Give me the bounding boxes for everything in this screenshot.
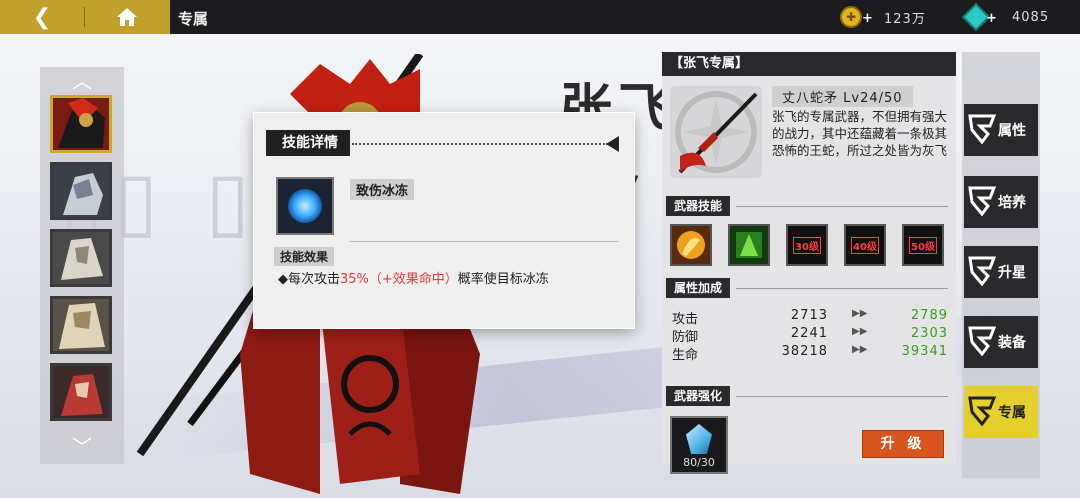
hero-portrait-icon	[53, 232, 109, 284]
effect-label: 技能效果	[274, 247, 335, 266]
double-chevron-right-icon: ▶▶	[852, 326, 868, 337]
stat-next: 2303	[910, 326, 948, 341]
tab-label: 培养	[998, 195, 1026, 211]
double-chevron-right-icon: ▶▶	[852, 308, 868, 319]
shield-logo-icon	[968, 186, 996, 216]
enhance-material-slot[interactable]: 80/30	[670, 416, 728, 474]
stat-current: 2241	[790, 326, 828, 341]
popup-title-dotted-rule	[352, 143, 608, 145]
weapon-description: 张飞的专属武器，不但拥有强大的战力，其中还蕴藏着一条极其恐怖的王蛇，所过之处皆为…	[772, 109, 948, 158]
popup-title: 技能详情	[266, 130, 350, 156]
section-divider	[736, 206, 948, 207]
tab-label: 专属	[998, 405, 1026, 421]
panel-title: 【张飞专属】	[662, 52, 956, 76]
tab-label: 属性	[998, 123, 1026, 139]
diamond-amount: 4085	[1012, 9, 1050, 25]
effect-highlight: 35%（+效果命中）	[340, 272, 458, 287]
effect-suffix: 概率使目标冰冻	[457, 272, 549, 287]
effect-description: ◆每次攻击35%（+效果命中）概率使目标冰冻	[278, 268, 549, 287]
hero-portrait-icon	[58, 98, 105, 148]
stat-next: 2789	[910, 308, 948, 323]
topbar-divider	[84, 7, 85, 27]
add-gold-icon[interactable]: +	[862, 11, 873, 26]
hero-thumb-5[interactable]	[50, 363, 112, 421]
hero-thumb-2[interactable]	[50, 162, 112, 220]
gold-resource[interactable]: ✚ + 123万	[840, 5, 926, 29]
frost-orb-icon	[288, 189, 322, 223]
chevron-left-icon: ❮	[32, 4, 52, 30]
stat-label: 防御	[672, 330, 699, 345]
shield-logo-icon	[968, 256, 996, 286]
scroll-up-icon[interactable]: ︿	[58, 71, 106, 91]
weapon-image	[670, 86, 762, 178]
shield-logo-icon	[968, 396, 996, 426]
skill-icon	[276, 177, 334, 235]
side-tab-column: 属性 培养 升星 装备 专属	[962, 52, 1040, 478]
weapon-enhance-header: 武器强化	[666, 386, 731, 406]
exclusive-weapon-panel: 【张飞专属】 丈八蛇矛 Lv24/50 张飞的专属武器，不但拥有强大的战力，其中…	[662, 52, 956, 474]
tab-attributes[interactable]: 属性	[964, 104, 1038, 156]
skill-name: 致伤冰冻	[350, 179, 415, 200]
effect-prefix: ◆每次攻击	[278, 272, 340, 287]
material-count: 80/30	[683, 456, 715, 469]
hero-thumb-4[interactable]	[50, 296, 112, 354]
weapon-skill-slot-locked-30[interactable]: 30级	[786, 224, 828, 266]
hero-portrait-icon	[53, 366, 109, 418]
weapon-emblem-icon	[675, 91, 758, 174]
upgrade-button[interactable]: 升 级	[862, 430, 944, 458]
stat-current: 2713	[790, 308, 828, 323]
poison-skill-icon	[736, 232, 762, 258]
weapon-skill-slot-locked-40[interactable]: 40级	[844, 224, 886, 266]
attribute-bonus-header: 属性加成	[666, 278, 731, 298]
top-bar: ❮ 专属 ✚ + 123万 + 4085	[0, 0, 1080, 34]
hero-thumb-3[interactable]	[50, 229, 112, 287]
scroll-down-icon[interactable]: ﹀	[58, 437, 106, 457]
diamond-resource[interactable]: + 4085	[961, 2, 1050, 32]
triangle-pointer-icon	[606, 136, 619, 152]
weapon-skill-slot-locked-50[interactable]: 50级	[902, 224, 944, 266]
tab-exclusive[interactable]: 专属	[964, 386, 1038, 438]
section-divider	[736, 288, 948, 289]
double-chevron-right-icon: ▶▶	[852, 344, 868, 355]
weapon-name-level: 丈八蛇矛 Lv24/50	[772, 86, 913, 107]
shield-logo-icon	[968, 114, 996, 144]
popup-divider	[350, 241, 618, 242]
add-diamond-icon[interactable]: +	[986, 11, 997, 26]
lock-level-label: 50级	[909, 236, 937, 254]
fire-skill-icon	[677, 231, 705, 259]
tab-label: 升星	[998, 265, 1026, 281]
lock-level-label: 30级	[793, 236, 821, 254]
stat-label: 生命	[672, 348, 699, 363]
gold-amount: 123万	[884, 11, 926, 27]
home-icon	[117, 8, 137, 26]
weapon-skill-slot-2[interactable]	[728, 224, 770, 266]
tab-label: 装备	[998, 335, 1026, 351]
stat-current: 38218	[781, 344, 828, 359]
hero-list[interactable]: ︿ ﹀	[40, 67, 124, 464]
stat-label: 攻击	[672, 312, 699, 327]
page-title: 专属	[178, 10, 209, 28]
back-button[interactable]: ❮	[0, 0, 84, 34]
shield-logo-icon	[968, 326, 996, 356]
stat-next: 39341	[901, 344, 948, 359]
tab-equipment[interactable]: 装备	[964, 316, 1038, 368]
weapon-skills-header: 武器技能	[666, 196, 731, 216]
tab-star-up[interactable]: 升星	[964, 246, 1038, 298]
crystal-icon	[686, 424, 712, 454]
skill-detail-popup[interactable]: 技能详情 致伤冰冻 技能效果 ◆每次攻击35%（+效果命中）概率使目标冰冻	[254, 113, 634, 328]
home-button[interactable]	[84, 0, 170, 34]
lock-level-label: 40级	[851, 236, 879, 254]
section-divider	[736, 396, 948, 397]
hero-portrait-icon	[53, 299, 109, 351]
weapon-skill-slot-1[interactable]	[670, 224, 712, 266]
hero-portrait-icon	[53, 165, 109, 217]
tab-training[interactable]: 培养	[964, 176, 1038, 228]
hero-thumb-1[interactable]	[50, 95, 112, 153]
gold-coin-icon: ✚	[840, 6, 862, 28]
